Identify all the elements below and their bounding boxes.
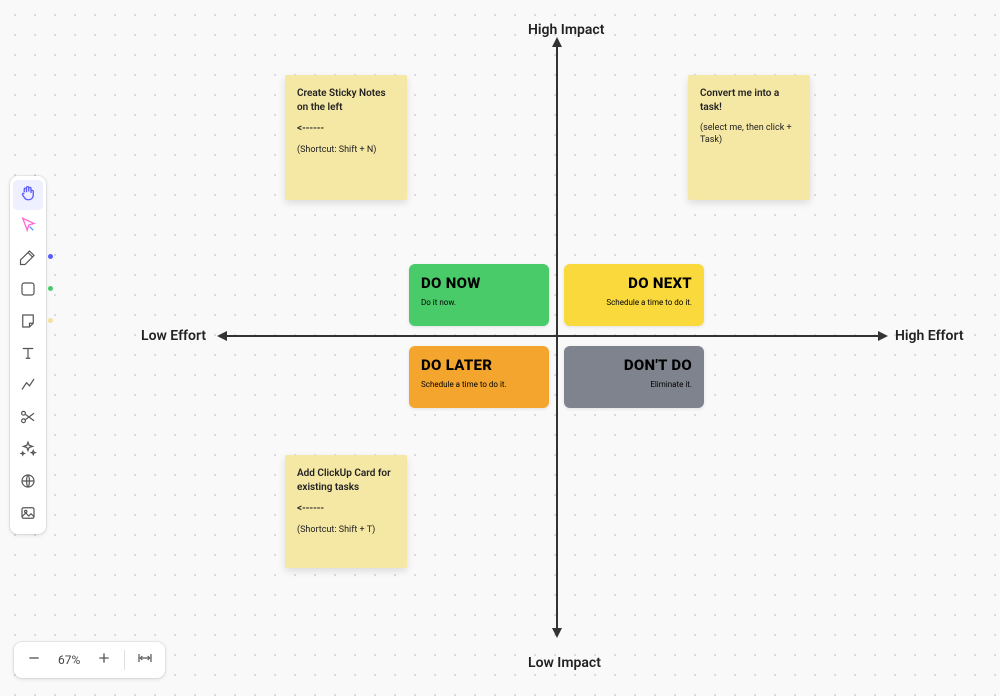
sticky-main-text: Convert me into a task! [700, 87, 798, 114]
text-tool[interactable] [13, 340, 43, 370]
sparkle-icon [19, 440, 37, 462]
globe-icon [19, 472, 37, 494]
sticky-arrow-text: <------ [297, 502, 395, 516]
image-icon [19, 504, 37, 526]
quadrant-subtitle: Schedule a time to do it. [421, 380, 537, 389]
quadrant-title: DO NEXT [576, 274, 692, 292]
quadrant-title: DON'T DO [576, 356, 692, 374]
quadrant-do-later[interactable]: DO LATER Schedule a time to do it. [409, 346, 549, 408]
web-tool[interactable] [13, 468, 43, 498]
image-tool[interactable] [13, 500, 43, 530]
pen-tool[interactable] [13, 244, 43, 274]
quadrant-subtitle: Do it now. [421, 298, 537, 307]
zoom-level[interactable]: 67% [52, 653, 86, 667]
sticky-main-text: Create Sticky Notes on the left [297, 87, 395, 114]
hand-icon [19, 184, 37, 206]
shape-color-dot [48, 286, 53, 291]
horizontal-axis [225, 335, 880, 337]
quadrant-dont-do[interactable]: DON'T DO Eliminate it. [564, 346, 704, 408]
sticky-note[interactable]: Convert me into a task! (select me, then… [688, 75, 810, 200]
axis-label-left: Low Effort [141, 328, 206, 344]
select-tool[interactable] [13, 212, 43, 242]
ai-tool[interactable] [13, 436, 43, 466]
sticky-main-text: Add ClickUp Card for existing tasks [297, 467, 395, 494]
zoom-in-button[interactable] [90, 646, 118, 674]
sticky-note[interactable]: Create Sticky Notes on the left <------ … [285, 75, 407, 200]
square-icon [19, 280, 37, 302]
left-toolbar [10, 176, 46, 534]
sticky-color-dot [48, 318, 53, 323]
note-icon [19, 312, 37, 334]
quadrant-title: DO LATER [421, 356, 537, 374]
pen-color-dot [48, 254, 53, 259]
scissors-icon [19, 408, 37, 430]
axis-label-right: High Effort [895, 328, 964, 344]
canvas[interactable]: High Impact Low Impact Low Effort High E… [0, 0, 1000, 696]
sticky-arrow-text: <------ [297, 122, 395, 136]
zoom-controls: 67% [14, 642, 165, 678]
text-icon [19, 344, 37, 366]
zoom-out-button[interactable] [20, 646, 48, 674]
scissors-tool[interactable] [13, 404, 43, 434]
quadrant-do-next[interactable]: DO NEXT Schedule a time to do it. [564, 264, 704, 326]
axis-label-top: High Impact [528, 22, 604, 38]
sticky-sub-text: (select me, then click + Task) [700, 122, 798, 146]
divider [124, 650, 125, 670]
minus-icon [26, 650, 42, 670]
connector-icon [19, 376, 37, 398]
sticky-note[interactable]: Add ClickUp Card for existing tasks <---… [285, 455, 407, 568]
sticky-tool[interactable] [13, 308, 43, 338]
quadrant-title: DO NOW [421, 274, 537, 292]
quadrant-subtitle: Eliminate it. [576, 380, 692, 389]
cursor-icon [19, 216, 37, 238]
pen-icon [19, 248, 37, 270]
hand-tool[interactable] [13, 180, 43, 210]
sticky-sub-text: (Shortcut: Shift + N) [297, 144, 395, 156]
shape-tool[interactable] [13, 276, 43, 306]
quadrant-subtitle: Schedule a time to do it. [576, 298, 692, 307]
vertical-axis [556, 45, 558, 630]
fit-width-button[interactable] [131, 646, 159, 674]
sticky-sub-text: (Shortcut: Shift + T) [297, 524, 395, 536]
quadrant-do-now[interactable]: DO NOW Do it now. [409, 264, 549, 326]
plus-icon [96, 650, 112, 670]
fit-width-icon [137, 650, 153, 670]
axis-label-bottom: Low Impact [528, 655, 601, 671]
connector-tool[interactable] [13, 372, 43, 402]
